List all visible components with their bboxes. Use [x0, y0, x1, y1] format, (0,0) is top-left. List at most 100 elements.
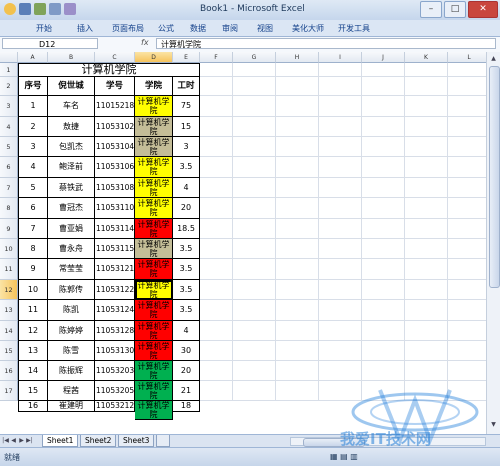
- cell-empty[interactable]: [233, 178, 276, 198]
- cell-empty[interactable]: [362, 239, 405, 259]
- record-hours[interactable]: 20: [173, 361, 200, 381]
- column-header-b[interactable]: B: [48, 52, 95, 63]
- name-box[interactable]: D12: [2, 38, 98, 49]
- undo-icon[interactable]: [34, 3, 46, 15]
- sheet-tab-1[interactable]: Sheet1: [42, 435, 79, 447]
- cell-empty[interactable]: [362, 219, 405, 239]
- row-header-15[interactable]: 15: [0, 341, 18, 361]
- record-hours[interactable]: 3.5: [173, 300, 200, 321]
- cell-empty[interactable]: [448, 361, 486, 381]
- record-hours[interactable]: 3.5: [173, 157, 200, 178]
- record-id[interactable]: 11053128: [95, 321, 135, 341]
- cell-empty[interactable]: [362, 77, 405, 96]
- cell-empty[interactable]: [200, 259, 233, 280]
- record-id[interactable]: 11053124: [95, 300, 135, 321]
- cell-empty[interactable]: [319, 300, 362, 321]
- cell-empty[interactable]: [233, 361, 276, 381]
- cell-empty[interactable]: [448, 239, 486, 259]
- row-header-9[interactable]: 9: [0, 219, 18, 239]
- record-id[interactable]: 11053106: [95, 157, 135, 178]
- cell-empty[interactable]: [276, 157, 319, 178]
- record-college[interactable]: 计算机学院: [135, 117, 173, 137]
- column-header-g[interactable]: G: [233, 52, 276, 63]
- cell-empty[interactable]: [276, 381, 319, 401]
- cell-empty[interactable]: [276, 117, 319, 137]
- cell-empty[interactable]: [200, 157, 233, 178]
- cell-empty[interactable]: [276, 96, 319, 117]
- record-name[interactable]: 鲍泽前: [48, 157, 95, 178]
- cell-empty[interactable]: [362, 157, 405, 178]
- column-header-c[interactable]: C: [95, 52, 135, 63]
- record-name[interactable]: 陈凯: [48, 300, 95, 321]
- cell-empty[interactable]: [405, 219, 448, 239]
- cell-empty[interactable]: [233, 137, 276, 157]
- record-name[interactable]: 曹永舟: [48, 239, 95, 259]
- record-hours[interactable]: 3.5: [173, 280, 200, 300]
- cell-empty[interactable]: [405, 300, 448, 321]
- cell-empty[interactable]: [276, 259, 319, 280]
- cell-empty[interactable]: [448, 321, 486, 341]
- record-no[interactable]: 14: [18, 361, 48, 381]
- cell-empty[interactable]: [448, 137, 486, 157]
- cell-empty[interactable]: [276, 178, 319, 198]
- formula-input[interactable]: 计算机学院: [156, 38, 496, 49]
- row-header-8[interactable]: 8: [0, 198, 18, 219]
- cell-empty[interactable]: [362, 178, 405, 198]
- cell-empty[interactable]: [233, 259, 276, 280]
- cell-empty[interactable]: [276, 77, 319, 96]
- row-header-10[interactable]: 10: [0, 239, 18, 259]
- record-college[interactable]: 计算机学院: [135, 280, 173, 300]
- record-no[interactable]: 12: [18, 321, 48, 341]
- record-id[interactable]: 11053130: [95, 341, 135, 361]
- cell-empty[interactable]: [233, 321, 276, 341]
- cell-empty[interactable]: [448, 381, 486, 401]
- record-college[interactable]: 计算机学院: [135, 381, 173, 401]
- maximize-button[interactable]: □: [444, 1, 466, 18]
- cell-empty[interactable]: [319, 239, 362, 259]
- cell-empty[interactable]: [448, 259, 486, 280]
- cell-empty[interactable]: [405, 280, 448, 300]
- column-header-k[interactable]: K: [405, 52, 448, 63]
- tab-review[interactable]: 审阅: [222, 23, 238, 34]
- row-header-14[interactable]: 14: [0, 321, 18, 341]
- record-college[interactable]: 计算机学院: [135, 157, 173, 178]
- cell-empty[interactable]: [200, 63, 233, 77]
- fx-icon[interactable]: fx: [141, 38, 149, 47]
- cell-empty[interactable]: [200, 77, 233, 96]
- row-header-12[interactable]: 12: [0, 280, 18, 300]
- cell-empty[interactable]: [233, 341, 276, 361]
- record-no[interactable]: 8: [18, 239, 48, 259]
- record-no[interactable]: 6: [18, 198, 48, 219]
- cell-empty[interactable]: [405, 117, 448, 137]
- record-id[interactable]: 11015218: [95, 96, 135, 117]
- cell-empty[interactable]: [200, 381, 233, 401]
- tab-home[interactable]: 开始: [36, 23, 52, 34]
- cell-empty[interactable]: [276, 137, 319, 157]
- cell-empty[interactable]: [319, 341, 362, 361]
- cell-empty[interactable]: [448, 178, 486, 198]
- record-hours[interactable]: 30: [173, 341, 200, 361]
- cell-empty[interactable]: [233, 117, 276, 137]
- cell-empty[interactable]: [319, 137, 362, 157]
- record-name[interactable]: 敖捷: [48, 117, 95, 137]
- column-header-h[interactable]: H: [276, 52, 319, 63]
- record-hours[interactable]: 3: [173, 137, 200, 157]
- record-college[interactable]: 计算机学院: [135, 401, 173, 420]
- cell-empty[interactable]: [233, 198, 276, 219]
- record-name[interactable]: 车名: [48, 96, 95, 117]
- record-no[interactable]: 9: [18, 259, 48, 280]
- cell-empty[interactable]: [405, 137, 448, 157]
- row-header-2[interactable]: 2: [0, 77, 18, 96]
- record-college[interactable]: 计算机学院: [135, 198, 173, 219]
- record-name[interactable]: 陈雪: [48, 341, 95, 361]
- cell-empty[interactable]: [448, 198, 486, 219]
- column-header-f[interactable]: F: [200, 52, 233, 63]
- cell-empty[interactable]: [405, 157, 448, 178]
- tab-formulas[interactable]: 公式: [158, 23, 174, 34]
- record-name[interactable]: 曹冠杰: [48, 198, 95, 219]
- cell-empty[interactable]: [362, 63, 405, 77]
- record-hours[interactable]: 4: [173, 321, 200, 341]
- scroll-up-icon[interactable]: ▲: [489, 54, 498, 64]
- record-name[interactable]: 蔡铁武: [48, 178, 95, 198]
- cell-empty[interactable]: [405, 341, 448, 361]
